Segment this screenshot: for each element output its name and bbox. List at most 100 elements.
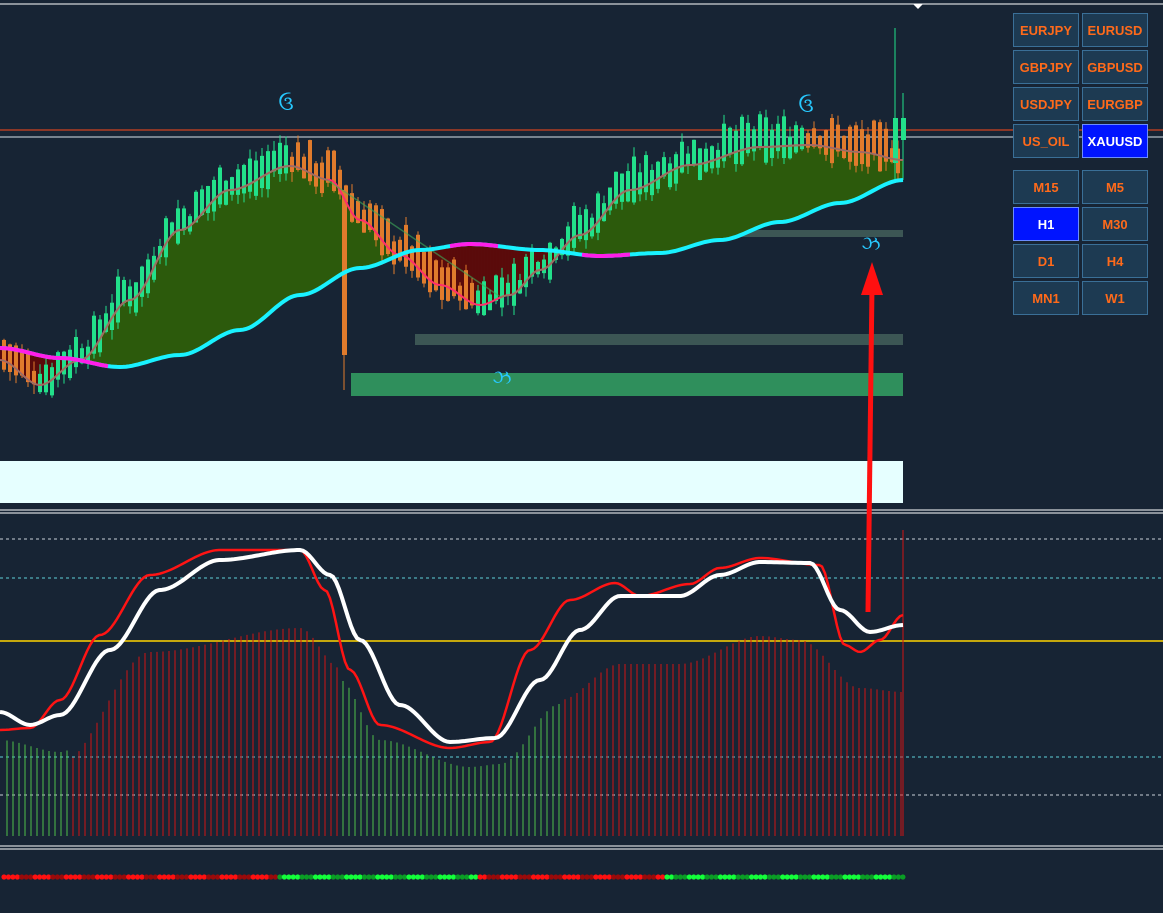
signal-dot [179, 874, 185, 880]
cloud-segment [257, 176, 262, 323]
price-chart[interactable]: ઉ ઉ ઝ ઝ [0, 0, 1163, 913]
cloud-segment [728, 152, 733, 240]
signal-dot [486, 874, 492, 880]
signal-dot [384, 874, 390, 880]
cloud-segment [242, 185, 247, 331]
fractal-marker: ઝ [861, 231, 880, 255]
signal-dot [749, 874, 755, 880]
cloud-segment [170, 232, 175, 357]
candle-body [740, 116, 744, 165]
symbol-button-usdjpy[interactable]: USDJPY [1013, 87, 1079, 121]
candle-body [176, 208, 180, 244]
symbol-button-xauusd[interactable]: XAUUSD [1082, 124, 1148, 158]
signal-dot [263, 874, 270, 880]
cloud-segment [812, 144, 817, 212]
signal-dot [446, 874, 452, 880]
cloud-segment [254, 178, 259, 326]
candle-body [734, 130, 738, 165]
signal-dot [72, 874, 78, 880]
signal-dot [886, 874, 893, 880]
candle-body [872, 120, 876, 155]
cloud-segment [308, 172, 313, 294]
signal-dot [615, 874, 621, 880]
timeframe-button-m5[interactable]: M5 [1082, 170, 1148, 204]
signal-dot [63, 874, 69, 880]
signal-dot [851, 874, 857, 880]
signal-dot [94, 874, 101, 880]
cloud-segment [185, 226, 190, 355]
signal-dot [206, 874, 212, 880]
signal-dot [157, 874, 163, 880]
signal-dot [695, 874, 701, 880]
cloud-segment [239, 186, 244, 331]
signal-dot [624, 874, 630, 880]
signal-dot [504, 874, 510, 880]
symbol-button-us-oil[interactable]: US_OIL [1013, 124, 1079, 158]
cloud-segment [353, 215, 358, 270]
candle-body [494, 275, 498, 302]
candle-body [596, 193, 600, 233]
signal-dot [281, 874, 287, 880]
timeframe-button-d1[interactable]: D1 [1013, 244, 1079, 278]
symbol-button-gbpjpy[interactable]: GBPJPY [1013, 50, 1079, 84]
demand-zone-white [0, 461, 903, 503]
candle-body [302, 156, 306, 179]
signal-dot [268, 874, 274, 880]
signal-dot [820, 874, 826, 880]
candle-body [620, 173, 624, 202]
cloud-segment [230, 189, 235, 332]
cloud-segment [332, 180, 337, 280]
signal-dot [241, 874, 247, 880]
candle-body [764, 117, 768, 163]
cloud-segment [251, 180, 256, 327]
cloud-segment [794, 145, 799, 220]
cloud-segment [791, 145, 796, 221]
signal-dot [762, 874, 768, 880]
cloud-segment [191, 220, 196, 353]
candle-body [878, 122, 882, 172]
signal-dot [312, 874, 319, 880]
signal-dot [366, 874, 372, 880]
cloud-segment [335, 183, 340, 278]
signal-dot [869, 874, 875, 880]
candle-body [218, 167, 222, 205]
cloud-segment [194, 217, 199, 352]
timeframe-button-w1[interactable]: W1 [1082, 281, 1148, 315]
cloud-segment [206, 203, 211, 345]
cloud-segment [617, 193, 622, 256]
candle-body [788, 136, 792, 159]
candle-body [824, 130, 828, 155]
signal-dot [517, 874, 523, 880]
symbol-button-eurusd[interactable]: EURUSD [1082, 13, 1148, 47]
cloud-segment [692, 164, 697, 246]
signal-dot [215, 874, 221, 880]
signal-dot [464, 874, 470, 880]
cloud-segment [233, 188, 238, 331]
signal-dot [499, 874, 505, 880]
symbol-button-eurjpy[interactable]: EURJPY [1013, 13, 1079, 47]
signal-dot [535, 874, 541, 880]
candle-body [428, 250, 432, 293]
cloud-segment [809, 144, 814, 213]
cloud-segment [749, 147, 754, 232]
candle-body [182, 208, 186, 231]
timeframe-button-mn1[interactable]: MN1 [1013, 281, 1079, 315]
timeframe-button-h4[interactable]: H4 [1082, 244, 1148, 278]
candle-body [308, 140, 312, 182]
timeframe-button-m30[interactable]: M30 [1082, 207, 1148, 241]
signal-dot [50, 874, 56, 880]
signal-dot [846, 874, 853, 880]
candle-body [830, 118, 834, 164]
candle-body [278, 142, 282, 175]
signal-dot [566, 874, 572, 880]
signal-dot [802, 874, 808, 880]
cloud-segment [305, 170, 310, 295]
symbol-button-gbpusd[interactable]: GBPUSD [1082, 50, 1148, 84]
signal-dot [882, 874, 888, 880]
signal-dot [85, 874, 92, 880]
timeframe-button-m15[interactable]: M15 [1013, 170, 1079, 204]
cloud-segment [281, 166, 286, 304]
timeframe-button-h1[interactable]: H1 [1013, 207, 1079, 241]
symbol-button-eurgbp[interactable]: EURGBP [1082, 87, 1148, 121]
signal-dot [775, 874, 781, 880]
